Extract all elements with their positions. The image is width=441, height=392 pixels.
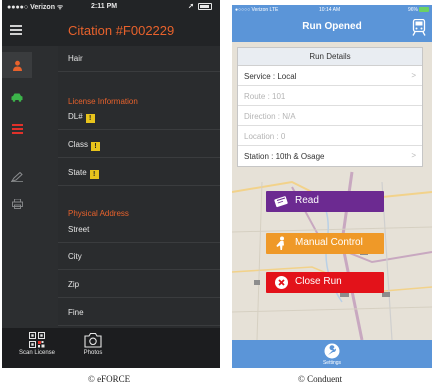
warning-icon: ! <box>89 170 99 179</box>
read-button[interactable]: Read <box>266 191 384 212</box>
battery-icon <box>198 3 212 10</box>
chevron-right-icon: > <box>411 71 416 80</box>
photos-button[interactable]: Photos <box>68 332 118 356</box>
row-label: Station : 10th & Osage <box>244 152 325 161</box>
qr-code-icon <box>29 332 45 348</box>
citation-form: Hair License Information DL#! Class! Sta… <box>58 46 220 328</box>
button-label: Manual Control <box>295 237 363 248</box>
service-row[interactable]: Service : Local > <box>238 66 422 86</box>
carrier-label: ●●●●○ Verizon ᯤ <box>7 4 64 11</box>
caption-eforce: © eFORCE <box>88 374 131 384</box>
clock-label: 10:14 AM <box>319 7 341 13</box>
row-label: Service : Local <box>244 72 297 81</box>
clock-label: 2:11 PM <box>91 3 118 10</box>
bottom-toolbar: Settings <box>232 340 432 368</box>
card-icon <box>274 196 288 208</box>
field-label: DL# <box>68 112 83 121</box>
field-dl-number[interactable]: DL#! <box>58 104 220 130</box>
battery-icon <box>419 7 429 12</box>
field-hair[interactable]: Hair <box>58 46 220 72</box>
manual-control-button[interactable]: Manual Control <box>266 233 384 254</box>
field-street[interactable]: Street <box>58 217 220 243</box>
status-bar: ●○○○○ Verizon LTE 10:14 AM 96% <box>232 5 432 14</box>
field-class[interactable]: Class! <box>58 132 220 158</box>
person-walking-icon <box>276 236 284 250</box>
close-circle-icon <box>275 276 288 289</box>
app-header: Run Opened <box>232 14 432 42</box>
camera-icon <box>84 332 102 348</box>
field-city[interactable]: City <box>58 244 220 270</box>
bottom-toolbar: Scan License Photos <box>2 328 220 368</box>
battery-percent: 96% <box>407 7 418 13</box>
direction-row: Direction : N/A <box>238 106 422 126</box>
row-label: Route : 101 <box>244 92 286 101</box>
car-icon[interactable] <box>2 84 32 110</box>
field-label: Hair <box>68 54 83 63</box>
field-zip[interactable]: Zip <box>58 272 220 298</box>
field-label: Fine <box>68 308 84 317</box>
button-label: Close Run <box>295 276 342 287</box>
warning-icon: ! <box>85 114 95 123</box>
field-label: Street <box>68 225 90 234</box>
train-icon[interactable] <box>412 19 426 36</box>
field-label: State <box>68 168 87 177</box>
scan-license-button[interactable]: Scan License <box>12 332 62 356</box>
page-title: Run Opened <box>302 21 362 32</box>
printer-icon[interactable] <box>2 191 32 217</box>
button-label: Read <box>295 195 319 206</box>
sidebar <box>2 46 58 328</box>
signature-icon[interactable] <box>2 164 32 190</box>
row-label: Location : 0 <box>244 132 286 141</box>
tab-label: Scan License <box>18 350 56 356</box>
carrier-label: ●○○○○ Verizon LTE <box>235 7 279 13</box>
hamburger-menu-icon[interactable] <box>10 25 22 35</box>
eforce-screen: ●●●●○ Verizon ᯤ 2:11 PM ➚ Citation #F002… <box>2 0 220 368</box>
run-details-panel: Run Details Service : Local > Route : 10… <box>237 47 423 167</box>
caption-conduent: © Conduent <box>298 374 343 384</box>
settings-tab[interactable]: Settings <box>317 343 347 366</box>
warning-icon: ! <box>91 142 101 151</box>
field-label: Class <box>68 140 89 149</box>
chevron-right-icon: > <box>411 151 416 160</box>
field-fine[interactable]: Fine <box>58 300 220 326</box>
panel-heading: Run Details <box>238 48 422 66</box>
status-bar: ●●●●○ Verizon ᯤ 2:11 PM ➚ <box>2 0 220 14</box>
conduent-screen: ●○○○○ Verizon LTE 10:14 AM 96% Run Opene… <box>232 5 432 368</box>
location-arrow-icon: ➚ <box>188 3 194 10</box>
wrench-icon <box>324 343 340 359</box>
close-run-button[interactable]: Close Run <box>266 272 384 293</box>
row-label: Direction : N/A <box>244 112 296 121</box>
page-title: Citation #F002229 <box>68 23 175 38</box>
route-row: Route : 101 <box>238 86 422 106</box>
app-header: Citation #F002229 <box>2 14 220 46</box>
tab-label: Settings <box>322 360 342 366</box>
field-label: Zip <box>68 280 80 289</box>
station-row[interactable]: Station : 10th & Osage > <box>238 146 422 166</box>
person-icon[interactable] <box>2 52 32 78</box>
field-state[interactable]: State! <box>58 160 220 186</box>
list-icon[interactable] <box>2 116 32 142</box>
field-label: City <box>68 252 82 261</box>
location-row: Location : 0 <box>238 126 422 146</box>
tab-label: Photos <box>83 350 103 356</box>
